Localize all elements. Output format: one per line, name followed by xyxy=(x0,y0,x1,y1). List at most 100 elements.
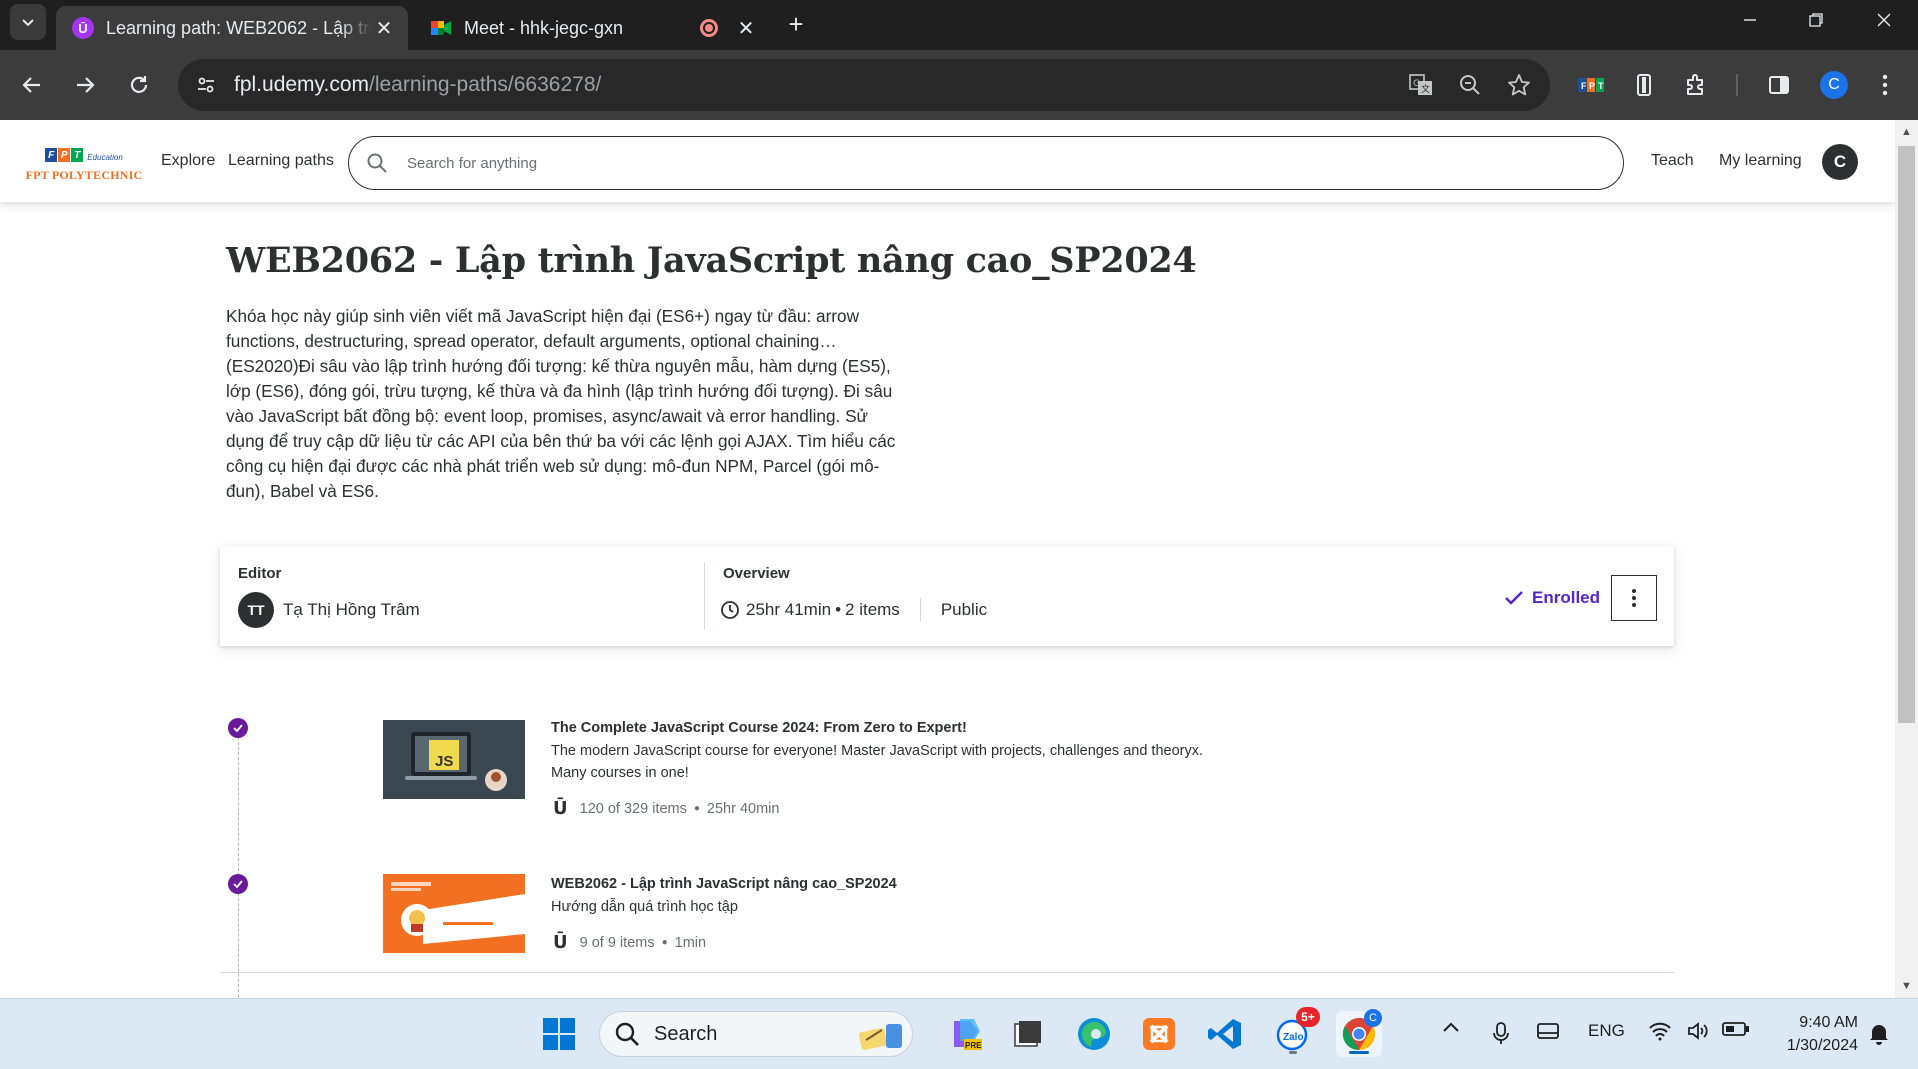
translate-icon[interactable]: G文 xyxy=(1406,70,1436,100)
side-panel-icon[interactable] xyxy=(1760,66,1798,104)
course-title[interactable]: The Complete JavaScript Course 2024: Fro… xyxy=(551,720,967,736)
taskbar-search-label: Search xyxy=(654,1022,718,1045)
teach-link[interactable]: Teach xyxy=(1651,152,1694,170)
scroll-up-icon[interactable]: ▲ xyxy=(1895,122,1918,142)
address-bar[interactable]: fpl.udemy.com/learning-paths/6636278/ G文 xyxy=(178,59,1550,111)
path-duration: 25hr 41min xyxy=(746,600,832,619)
taskbar-search[interactable]: Search xyxy=(599,1011,913,1057)
restore-icon[interactable] xyxy=(1784,0,1848,40)
bullet-separator: ● xyxy=(661,937,668,948)
tab-title: Meet - hhk-jegc-gxn xyxy=(464,17,624,38)
chrome-profile-avatar[interactable]: C xyxy=(1820,71,1848,99)
svg-text:文: 文 xyxy=(1421,83,1430,95)
overview-stats: 25hr 41min • 2 items Public xyxy=(720,598,987,622)
wifi-icon[interactable] xyxy=(1648,1021,1672,1041)
running-indicator xyxy=(1289,1051,1297,1054)
extensions-puzzle-icon[interactable] xyxy=(1677,66,1715,104)
path-description: Khóa học này giúp sinh viên viết mã Java… xyxy=(226,306,896,501)
zalo-icon[interactable]: Zalo 5+ xyxy=(1270,1007,1320,1057)
notification-bell-icon[interactable] xyxy=(1868,1021,1890,1045)
microphone-icon[interactable] xyxy=(1492,1021,1510,1045)
chrome-taskbar-icon[interactable]: C xyxy=(1336,1009,1382,1057)
logo-education: Education xyxy=(87,153,123,162)
udemy-logo-icon: Ū xyxy=(553,932,568,953)
tab-google-meet[interactable]: Meet - hhk-jegc-gxn ✕ xyxy=(420,6,770,50)
system-clock[interactable]: 9:40 AM 1/30/2024 xyxy=(1768,1011,1858,1057)
logo-top: F P T Education xyxy=(24,142,144,162)
clock-icon xyxy=(720,600,740,620)
course-title[interactable]: WEB2062 - Lập trình JavaScript nâng cao_… xyxy=(551,876,897,892)
vscode-icon[interactable] xyxy=(1202,1011,1248,1057)
udemy-icon: Ū xyxy=(72,17,94,39)
course-duration: 25hr 40min xyxy=(706,800,780,817)
edge-icon[interactable] xyxy=(1071,1011,1117,1057)
logo-letter-f: F xyxy=(45,148,58,162)
windows-start-icon[interactable] xyxy=(536,1011,582,1057)
user-avatar[interactable]: C xyxy=(1822,144,1858,180)
close-tab-icon[interactable]: ✕ xyxy=(372,16,396,40)
search-highlight-icon xyxy=(858,1024,902,1050)
search-bar[interactable]: Search for anything xyxy=(348,136,1624,190)
fpt-polytechnic-logo[interactable]: F P T Education FPT POLYTECHNIC xyxy=(24,142,144,182)
scrollbar-thumb[interactable] xyxy=(1898,146,1915,723)
tab-search-dropdown[interactable] xyxy=(10,4,46,40)
volume-icon[interactable] xyxy=(1686,1021,1710,1041)
site-settings-icon[interactable] xyxy=(192,71,220,99)
close-tab-icon[interactable]: ✕ xyxy=(734,16,758,40)
path-info-card: Editor TT Tạ Thị Hồng Trâm Overview 25hr… xyxy=(220,546,1674,646)
minimize-icon[interactable] xyxy=(1718,0,1782,40)
logo-letter-p: P xyxy=(58,148,71,162)
checkmark-icon xyxy=(1502,586,1526,610)
search-input[interactable]: Search for anything xyxy=(407,155,537,172)
page-viewport: F P T Education FPT POLYTECHNIC Explore … xyxy=(0,120,1918,998)
course-thumbnail[interactable] xyxy=(383,874,525,953)
my-learning-link[interactable]: My learning xyxy=(1719,152,1802,170)
zalo-notification-badge: 5+ xyxy=(1296,1007,1320,1027)
completed-check-icon xyxy=(228,718,248,738)
windows-taskbar: Search PRE Zalo 5+ C ENG 9:40 AM 1/30/20… xyxy=(0,998,1918,1069)
path-visibility: Public xyxy=(940,600,988,619)
new-tab-button[interactable]: + xyxy=(780,6,812,42)
tab-title: Learning path: WEB2062 - Lập trình JavaS… xyxy=(106,17,372,38)
back-icon[interactable] xyxy=(13,66,51,104)
course-thumbnail[interactable]: JS xyxy=(383,720,525,799)
show-hidden-icons[interactable] xyxy=(1442,1021,1460,1033)
fpt-extension-icon[interactable]: FPT xyxy=(1572,66,1610,104)
path-item-count: 2 items xyxy=(845,600,900,619)
timeline-connector xyxy=(238,732,239,998)
chrome-menu-icon[interactable] xyxy=(1866,66,1904,104)
display-icon[interactable] xyxy=(1536,1021,1560,1041)
url-host: fpl.udemy.com xyxy=(234,73,369,96)
zoom-icon[interactable] xyxy=(1455,70,1485,100)
recording-indicator-icon xyxy=(700,19,718,37)
nav-explore[interactable]: Explore xyxy=(161,152,215,170)
language-indicator[interactable]: ENG xyxy=(1588,1021,1625,1041)
svg-text:F: F xyxy=(1581,81,1587,91)
course-items-progress: 9 of 9 items xyxy=(579,934,655,951)
forward-icon[interactable] xyxy=(66,66,104,104)
nav-learning-paths[interactable]: Learning paths xyxy=(228,152,334,170)
tab-learning-path[interactable]: Ū Learning path: WEB2062 - Lập trình Jav… xyxy=(56,6,408,50)
clock-date: 1/30/2024 xyxy=(1786,1037,1858,1054)
enrolled-status[interactable]: Enrolled xyxy=(1502,586,1600,610)
svg-text:PRE: PRE xyxy=(965,1041,982,1050)
chrome-profile-badge: C xyxy=(1364,1009,1382,1027)
phone-extension-icon[interactable] xyxy=(1625,66,1663,104)
bookmark-star-icon[interactable] xyxy=(1504,70,1534,100)
fpt-letters: F P T xyxy=(45,148,84,162)
search-icon xyxy=(365,151,389,175)
reload-icon[interactable] xyxy=(120,66,158,104)
card-divider xyxy=(704,562,705,630)
search-icon xyxy=(614,1021,640,1047)
course-description: The modern JavaScript course for everyon… xyxy=(551,743,1203,781)
close-window-icon[interactable] xyxy=(1852,0,1916,40)
xampp-icon[interactable] xyxy=(1136,1011,1182,1057)
scroll-down-icon[interactable]: ▼ xyxy=(1895,976,1918,996)
course-thumb-badge: JS xyxy=(435,753,453,770)
toolbar-separator xyxy=(1736,74,1738,96)
completed-check-icon xyxy=(228,874,248,894)
copilot-pre-icon[interactable]: PRE xyxy=(942,1011,988,1057)
more-options-button[interactable] xyxy=(1611,575,1657,621)
notepad-icon[interactable] xyxy=(1004,1011,1050,1057)
battery-icon[interactable] xyxy=(1722,1021,1750,1037)
